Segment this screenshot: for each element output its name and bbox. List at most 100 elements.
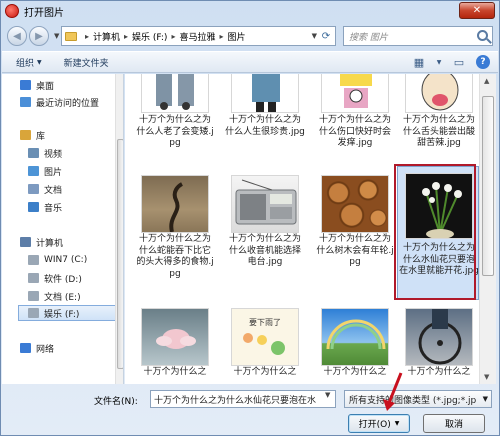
file-type-filter-value: 所有支持的图像类型 (*.jpg;*.jp [349, 395, 477, 406]
file-tile[interactable]: 十万个为什么之 [397, 304, 479, 384]
file-tile[interactable]: 十万个为什么之为什么人老了会变矮.jpg [133, 74, 215, 160]
app-icon [5, 4, 19, 18]
sidebar-item-computer[interactable]: 计算机 [20, 234, 63, 250]
file-tile[interactable]: 十万个为什么之为什么收音机能选择电台.jpg [223, 171, 305, 267]
sidebar-item-videos[interactable]: 视频 [28, 145, 62, 161]
drive-icon [28, 273, 39, 283]
breadcrumb-ximalaya[interactable]: 喜马拉雅 [179, 30, 215, 43]
file-type-filter[interactable]: 所有支持的图像类型 (*.jpg;*.jp ▼ [344, 390, 492, 408]
file-name: 十万个为什么之为什么收音机能选择电台.jpg [228, 234, 301, 267]
file-thumbnail [405, 308, 473, 366]
radio-thumbnail [235, 179, 297, 225]
open-button-label: 打开(O) [358, 420, 391, 430]
sidebar-item-drive-e[interactable]: 文档 (E:) [28, 288, 81, 304]
sidebar-item-music[interactable]: 音乐 [28, 199, 62, 215]
breadcrumb-separator[interactable]: ▸ [85, 32, 89, 41]
file-thumbnail: 要下雨了 [231, 308, 299, 366]
sidebar-item-drive-c[interactable]: WIN7 (C:) [28, 252, 87, 268]
open-picture-dialog: 打开图片 ✕ ◀ ▶ ▼ ▸ 计算机 ▸ 娱乐 (F:) ▸ 喜马拉雅 ▸ 图片… [0, 0, 500, 436]
help-icon[interactable]: ? [476, 55, 490, 69]
back-button[interactable]: ◀ [7, 26, 27, 46]
command-toolbar: 组织 ▼ 新建文件夹 ▦ ▼ ▭ ? [2, 51, 498, 73]
file-tile[interactable]: 十万个为什么之 [133, 304, 215, 384]
cancel-button[interactable]: 取消 [423, 414, 485, 433]
sidebar-item-label: 文档 (E:) [44, 292, 81, 303]
sidebar-item-recent[interactable]: 最近访问的位置 [20, 94, 99, 110]
filename-dropdown-arrow[interactable]: ▼ [325, 391, 330, 399]
sidebar-scrollbar-thumb[interactable] [117, 139, 123, 369]
file-thumbnail [321, 74, 389, 113]
forward-button[interactable]: ▶ [29, 26, 49, 46]
file-thumbnail [405, 173, 473, 239]
sidebar-item-label: 最近访问的位置 [36, 98, 100, 109]
sidebar-item-network[interactable]: 网络 [20, 340, 54, 356]
file-tile[interactable]: 十万个为什么之为什么树木会有年轮.jpg [313, 171, 395, 267]
organize-button[interactable]: 组织 ▼ [16, 56, 42, 69]
new-folder-button[interactable]: 新建文件夹 [64, 56, 109, 69]
file-tile[interactable]: 十万个为什么之为什么伤口快好时会发痒.jpg [313, 74, 395, 160]
sidebar-item-desktop[interactable]: 桌面 [20, 77, 54, 93]
sidebar-item-label: 文档 [44, 185, 63, 196]
preview-pane-icon[interactable]: ▭ [452, 55, 466, 69]
filename-input[interactable]: 十万个为什么之为什么水仙花只要泡在水 [150, 390, 336, 408]
file-list-scrollbar-thumb[interactable] [482, 96, 494, 276]
file-tile[interactable]: 十万个为什么之为什么舌头能尝出酸甜苦辣.jpg [397, 74, 479, 160]
address-dropdown-arrow[interactable]: ▼ [312, 32, 317, 40]
file-name: 十万个为什么之 [323, 367, 387, 377]
view-dropdown-icon[interactable]: ▼ [436, 55, 442, 69]
sidebar-item-label: 视频 [44, 149, 63, 160]
folder-icon [65, 31, 77, 41]
navigation-row: ◀ ▶ ▼ ▸ 计算机 ▸ 娱乐 (F:) ▸ 喜马拉雅 ▸ 图片 ▼ ⟳ 搜索… [1, 23, 499, 49]
file-tile[interactable]: 十万个为什么之为什么人生很珍贵.jpg [223, 74, 305, 160]
search-icon[interactable] [477, 30, 488, 41]
pictures-icon [28, 166, 39, 176]
breadcrumb-computer[interactable]: 计算机 [93, 30, 120, 43]
file-list: 十万个为什么之为什么人老了会变矮.jpg 十万个为什么之为什么人生很珍贵.jpg… [125, 74, 489, 384]
sidebar-item-drive-f[interactable]: 娱乐 (F:) [18, 305, 118, 321]
search-placeholder: 搜索 图片 [349, 32, 388, 43]
file-thumbnail [231, 74, 299, 113]
sidebar-item-pictures[interactable]: 图片 [28, 163, 62, 179]
file-name: 十万个为什么之为什么舌头能尝出酸甜苦辣.jpg [402, 115, 475, 148]
library-icon [20, 130, 31, 140]
breadcrumb-pictures[interactable]: 图片 [228, 30, 246, 43]
open-button[interactable]: 打开(O) ▼ [348, 414, 410, 433]
sidebar-item-documents[interactable]: 文档 [28, 181, 62, 197]
close-button[interactable]: ✕ [459, 2, 495, 19]
lotus-thumbnail [156, 329, 196, 349]
breadcrumb-separator[interactable]: ▸ [219, 32, 223, 41]
file-list-scrollbar[interactable]: ▲ ▼ [479, 74, 496, 384]
scroll-up-arrow[interactable]: ▲ [484, 77, 489, 85]
navigation-pane: 桌面 最近访问的位置 库 视频 图片 文档 音乐 计算机 WIN7 (C:) 软… [2, 74, 124, 384]
new-folder-label: 新建文件夹 [63, 58, 109, 69]
scroll-down-arrow[interactable]: ▼ [484, 373, 489, 381]
search-input[interactable]: 搜索 图片 [343, 26, 493, 46]
file-thumbnail [141, 74, 209, 113]
sidebar-item-library[interactable]: 库 [20, 127, 45, 143]
recent-pages-dropdown[interactable]: ▼ [54, 32, 59, 40]
chevron-down-icon[interactable]: ▼ [483, 395, 488, 403]
music-icon [28, 202, 39, 212]
file-thumbnail [321, 175, 389, 233]
file-tile[interactable]: 十万个为什么之 [313, 304, 395, 384]
refresh-icon[interactable]: ⟳ [319, 29, 333, 43]
sidebar-item-label: 计算机 [36, 238, 64, 249]
sidebar-item-label: 网络 [36, 344, 55, 355]
computer-icon [20, 237, 31, 247]
documents-icon [28, 184, 39, 194]
breadcrumb-separator[interactable]: ▸ [171, 32, 175, 41]
address-bar[interactable]: ▸ 计算机 ▸ 娱乐 (F:) ▸ 喜马拉雅 ▸ 图片 ▼ ⟳ [61, 26, 336, 46]
breadcrumb-separator[interactable]: ▸ [124, 32, 128, 41]
sidebar-scrollbar[interactable] [115, 74, 123, 384]
snake-thumbnail [169, 182, 184, 232]
breadcrumb-drive-f[interactable]: 娱乐 (F:) [132, 30, 167, 43]
rainbow-thumbnail [326, 319, 386, 350]
file-tile[interactable]: 十万个为什么之为什么蛇能吞下比它的头大得多的食物.jpg [133, 171, 215, 279]
file-tile-selected[interactable]: 十万个为什么之为什么水仙花只要泡在水里就能开花.jpg [397, 166, 479, 300]
sidebar-item-label: 娱乐 (F:) [44, 309, 80, 320]
sidebar-item-drive-d[interactable]: 软件 (D:) [28, 270, 82, 286]
drive-icon [28, 255, 39, 265]
file-tile[interactable]: 要下雨了 十万个为什么之 [223, 304, 305, 384]
view-options-icon[interactable]: ▦ [412, 55, 426, 69]
sidebar-item-label: 音乐 [44, 203, 63, 214]
